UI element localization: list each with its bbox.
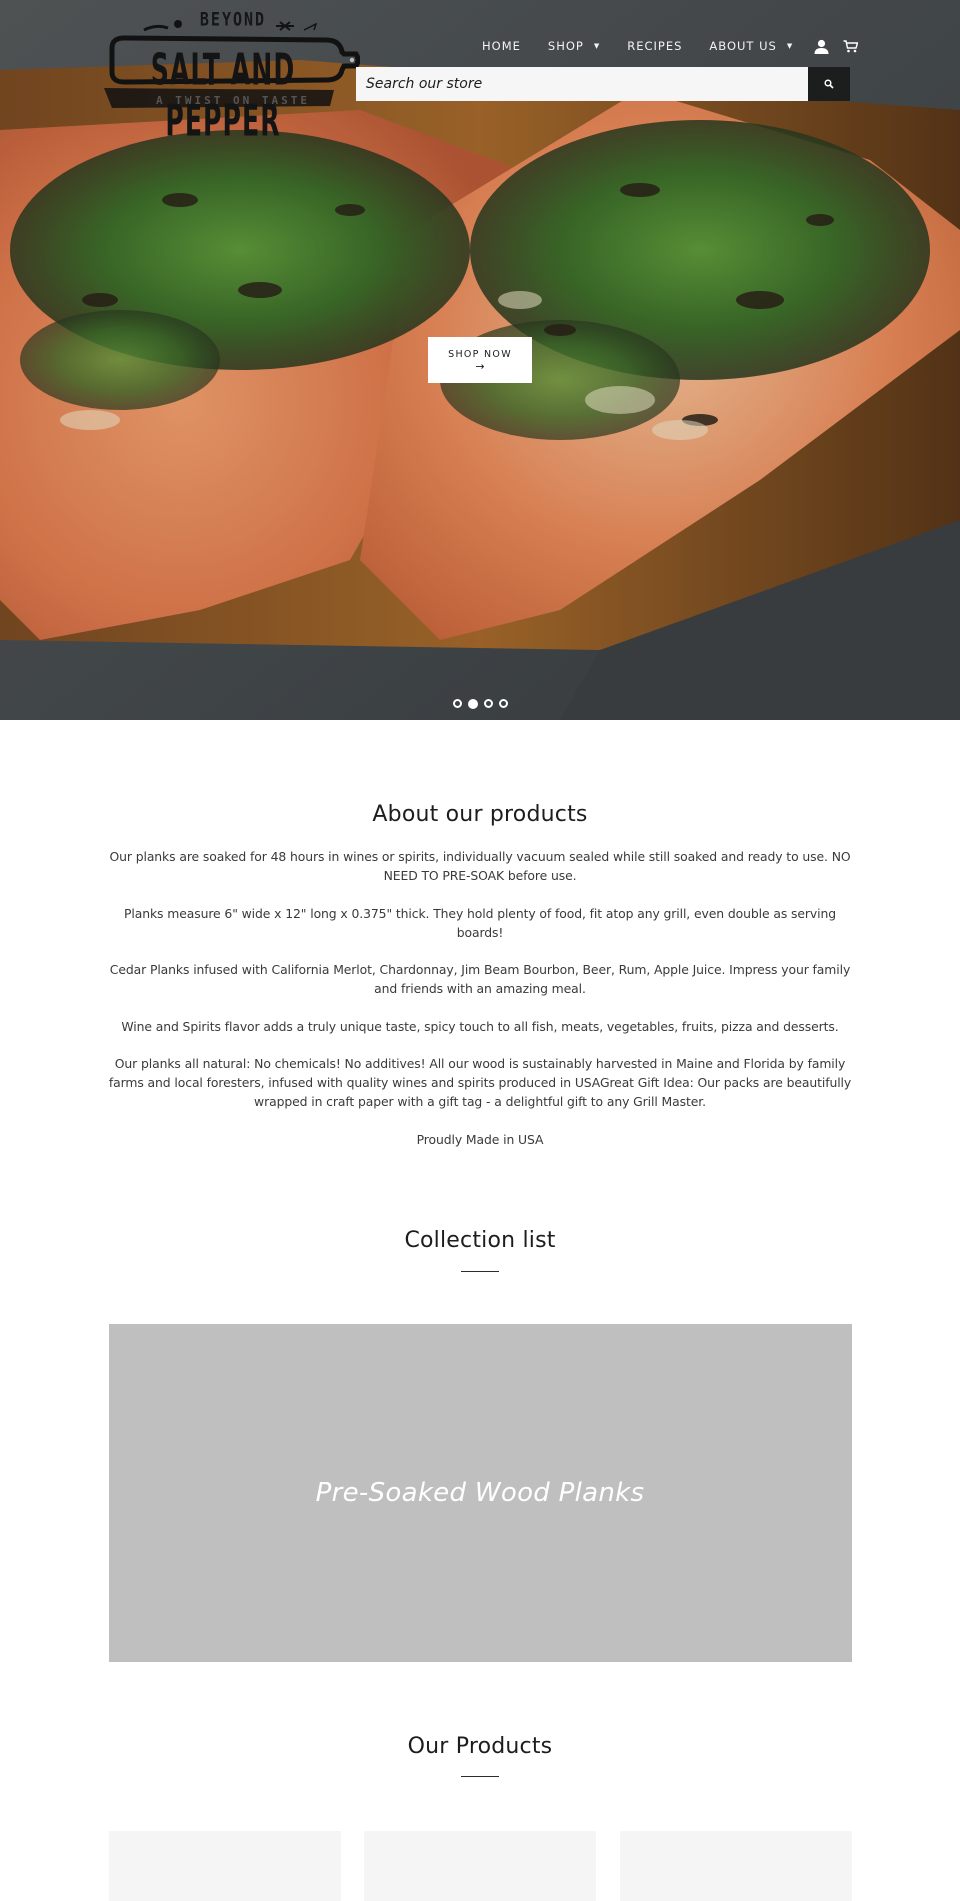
nav-item-label: SHOP: [547, 39, 584, 53]
caret-down-icon: ▼: [786, 42, 794, 50]
nav-item-label: ABOUT US: [709, 39, 777, 53]
about-paragraph: Our planks all natural: No chemicals! No…: [108, 1056, 852, 1110]
slide-dot-3[interactable]: [484, 699, 493, 708]
about-paragraph: Cedar Planks infused with California Mer…: [109, 962, 851, 997]
collection-list-title: Collection list: [404, 1228, 556, 1254]
arrow-right-icon: →: [475, 359, 485, 373]
search-form: [356, 67, 850, 101]
collection-card-title: Pre-Soaked Wood Planks: [315, 1477, 645, 1508]
section-divider: [461, 1270, 499, 1272]
product-card[interactable]: [619, 1831, 852, 1901]
cart-icon: [843, 39, 859, 52]
cart-button[interactable]: [843, 39, 859, 53]
product-card[interactable]: [364, 1831, 596, 1901]
user-icon: [814, 39, 829, 54]
about-paragraph: Wine and Spirits flavor adds a truly uni…: [121, 1018, 839, 1034]
slide-dot-4[interactable]: [499, 699, 508, 708]
nav-item-home[interactable]: HOME: [482, 39, 521, 53]
products-section: Our Products: [0, 1662, 960, 1901]
slide-dot-2[interactable]: [468, 698, 478, 709]
logo-tagline: A TWIST ON TASTE: [156, 94, 310, 107]
product-card[interactable]: [108, 1831, 341, 1901]
search-input[interactable]: [356, 67, 808, 101]
nav-item-recipes[interactable]: RECIPES: [627, 39, 682, 53]
hero-slideshow: BEYOND SALT AND PEPPER A TWIST ON TASTE …: [0, 0, 960, 720]
about-body: Our planks are soaked for 48 hours in wi…: [100, 847, 860, 1149]
nav-item-label: RECIPES: [627, 39, 683, 53]
slide-dot-1[interactable]: [453, 699, 462, 708]
logo-text-beyond: BEYOND: [199, 7, 267, 31]
caret-down-icon: ▼: [593, 42, 601, 50]
about-paragraph: Our planks are soaked for 48 hours in wi…: [109, 849, 851, 884]
collection-card-pre-soaked-wood-planks[interactable]: Pre-Soaked Wood Planks: [108, 1323, 852, 1662]
nav-item-shop[interactable]: SHOP ▼: [548, 39, 600, 53]
about-title: About our products: [372, 802, 588, 827]
slideshow-pagination: [453, 698, 514, 709]
site-header: BEYOND SALT AND PEPPER A TWIST ON TASTE …: [0, 0, 960, 146]
account-button[interactable]: [814, 39, 829, 54]
about-section: About our products Our planks are soaked…: [0, 720, 960, 1149]
about-paragraph: Proudly Made in USA: [416, 1131, 544, 1147]
search-icon: [824, 79, 834, 89]
search-button[interactable]: [808, 67, 850, 101]
main-navigation: HOME SHOP ▼ RECIPES ABOUT US ▼: [482, 36, 859, 56]
products-title: Our Products: [407, 1733, 553, 1759]
about-paragraph: Planks measure 6" wide x 12" long x 0.37…: [124, 905, 836, 940]
nav-item-about-us[interactable]: ABOUT US ▼: [709, 39, 793, 53]
product-grid: [108, 1831, 852, 1901]
collection-list-section: Collection list Pre-Soaked Wood Planks: [0, 1167, 960, 1662]
section-divider: [461, 1776, 499, 1778]
nav-item-label: HOME: [482, 39, 521, 53]
shop-now-button[interactable]: SHOP NOW →: [428, 337, 532, 383]
shop-now-label: SHOP NOW: [448, 348, 512, 360]
logo-link[interactable]: BEYOND SALT AND PEPPER A TWIST ON TASTE: [104, 7, 360, 146]
